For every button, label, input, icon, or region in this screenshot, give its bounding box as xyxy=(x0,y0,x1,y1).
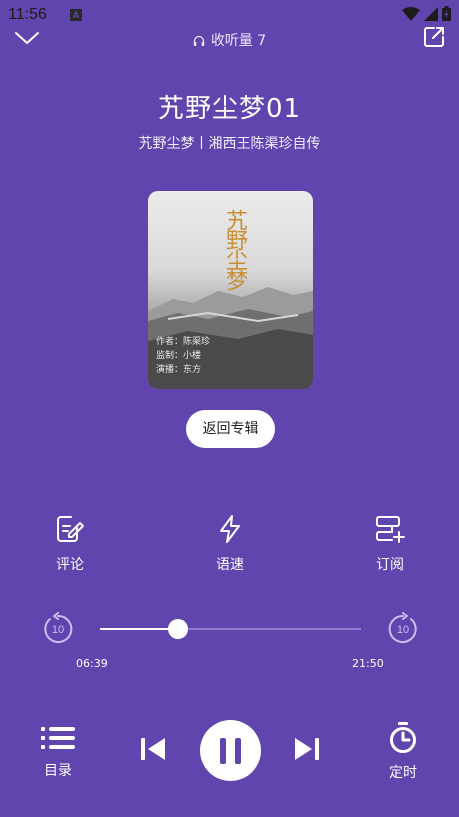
sleep-timer-button[interactable]: 定时 xyxy=(373,722,433,782)
comment-button[interactable]: 评论 xyxy=(30,514,110,574)
status-icons xyxy=(402,6,451,21)
progress-fill xyxy=(100,628,178,630)
battery-icon xyxy=(442,6,451,21)
share-icon[interactable] xyxy=(423,26,445,48)
pause-icon xyxy=(220,738,241,764)
speed-button[interactable]: 语速 xyxy=(190,514,270,574)
wifi-icon xyxy=(402,6,420,21)
subscribe-label: 订阅 xyxy=(376,557,404,573)
forward-10-icon: 10 xyxy=(388,612,417,643)
stopwatch-icon xyxy=(390,722,416,753)
pause-button[interactable] xyxy=(200,720,261,781)
back-to-album-button[interactable]: 返回专辑 xyxy=(186,410,275,448)
skip-forward-amount: 10 xyxy=(397,624,409,636)
progress-thumb[interactable] xyxy=(168,619,188,639)
cover-credit-producer: 监制：小楼 xyxy=(156,351,202,361)
playlist-button[interactable]: 目录 xyxy=(28,725,88,780)
lightning-speed-icon xyxy=(220,515,240,543)
subscribe-button[interactable]: 订阅 xyxy=(350,514,430,574)
cover-credit-author: 作者：陈渠珍 xyxy=(156,337,211,347)
track-title: 艽野尘梦01 xyxy=(157,94,302,124)
previous-track-icon[interactable] xyxy=(140,736,166,762)
list-icon xyxy=(41,727,75,749)
headphones-icon xyxy=(193,35,205,46)
skip-back-10-button[interactable]: 10 xyxy=(41,612,75,646)
speed-label: 语速 xyxy=(216,557,244,573)
total-time: 21:50 xyxy=(352,657,384,670)
next-track-icon[interactable] xyxy=(294,736,320,762)
comment-edit-icon xyxy=(57,516,84,542)
playlist-label: 目录 xyxy=(44,763,72,779)
album-cover: 艽野尘梦 作者：陈渠珍 监制：小楼 演播：东方 xyxy=(148,191,313,389)
skip-back-amount: 10 xyxy=(52,624,64,636)
listen-count-label: 收听量 7 xyxy=(210,33,267,49)
comment-label: 评论 xyxy=(56,557,84,573)
current-time: 06:39 xyxy=(76,657,108,670)
cover-title: 艽野尘梦 xyxy=(222,209,247,289)
track-subtitle: 艽野尘梦丨湘西王陈渠珍自传 xyxy=(138,136,321,152)
listen-count: 收听量 7 xyxy=(0,30,459,50)
sleep-timer-label: 定时 xyxy=(389,765,417,781)
skip-forward-10-button[interactable]: 10 xyxy=(386,612,420,646)
rewind-10-icon: 10 xyxy=(44,612,73,643)
cover-credit-narrator: 演播：东方 xyxy=(156,365,202,375)
notification-icon: A xyxy=(70,9,82,21)
status-time: 11:56 xyxy=(8,6,47,23)
signal-icon xyxy=(424,6,438,21)
subscribe-add-icon xyxy=(376,516,405,543)
